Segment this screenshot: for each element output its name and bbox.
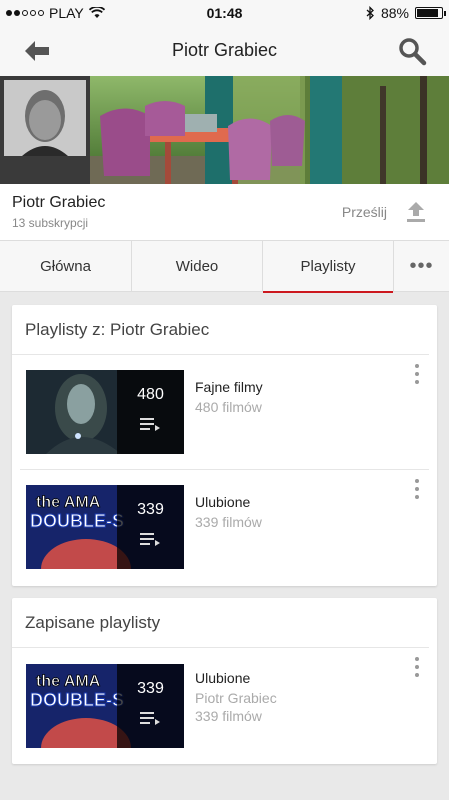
channel-name: Piotr Grabiec [12, 194, 106, 211]
section-title: Playlisty z: Piotr Grabiec [12, 305, 429, 355]
page-title: Piotr Grabiec [171, 40, 278, 60]
status-bar: PLAY 01:48 88% [0, 0, 449, 26]
more-options-icon[interactable] [413, 478, 421, 500]
channel-tabs: Główna Wideo Playlisty ••• [0, 240, 449, 293]
thumb-text-b: DOUBLE-S [30, 690, 124, 710]
video-count: 339 [137, 680, 164, 697]
playlist-video-count: 480 filmów [195, 399, 262, 415]
playlist-thumbnail[interactable]: 480 [26, 370, 184, 454]
playlist-video-count: 339 filmów [195, 514, 262, 530]
battery-icon [415, 7, 446, 19]
bluetooth-icon [366, 6, 374, 20]
battery-percent: 88% [380, 5, 409, 21]
tab-playlists[interactable]: Playlisty [262, 241, 393, 293]
playlist-item[interactable]: the AMA DOUBLE-S 339 Ulubione 339 filmów [20, 470, 429, 585]
playlist-thumbnail[interactable]: the AMA DOUBLE-S 339 [26, 485, 184, 569]
playlist-icon [140, 712, 160, 725]
video-count: 339 [137, 501, 164, 518]
video-count: 480 [137, 386, 164, 403]
upload-button-label[interactable]: Prześlij [342, 204, 387, 220]
playlist-video-count: 339 filmów [195, 708, 262, 724]
saved-playlists-card: Zapisane playlisty the AMA DOUBLE-S 339 … [12, 598, 437, 764]
channel-header: Piotr Grabiec 13 subskrypcji Prześlij [0, 184, 449, 240]
own-playlists-card: Playlisty z: Piotr Grabiec 480 Fajne fil… [12, 305, 437, 586]
thumb-text-a: the AMA [36, 494, 101, 511]
playlist-title: Fajne filmy [195, 379, 263, 395]
playlist-title: Ulubione [195, 670, 251, 686]
more-options-icon[interactable] [413, 363, 421, 385]
app-bar: Piotr Grabiec [0, 26, 449, 76]
more-tabs-icon[interactable]: ••• [393, 241, 449, 292]
search-icon[interactable] [397, 36, 427, 66]
playlist-icon [140, 418, 160, 431]
tab-home[interactable]: Główna [0, 241, 131, 292]
thumb-text-b: DOUBLE-S [30, 511, 124, 531]
playlist-item[interactable]: the AMA DOUBLE-S 339 Ulubione Piotr Grab… [20, 648, 429, 763]
upload-icon[interactable] [403, 199, 429, 225]
playlist-thumbnail[interactable]: the AMA DOUBLE-S 339 [26, 664, 184, 748]
playlist-icon [140, 533, 160, 546]
more-options-icon[interactable] [413, 656, 421, 678]
playlist-item[interactable]: 480 Fajne filmy 480 filmów [20, 355, 429, 470]
thumb-text-a: the AMA [36, 673, 101, 690]
playlist-author: Piotr Grabiec [195, 690, 277, 706]
channel-avatar [4, 80, 86, 156]
tab-videos[interactable]: Wideo [131, 241, 262, 292]
playlist-title: Ulubione [195, 494, 251, 510]
subscriber-count: 13 subskrypcji [12, 216, 89, 230]
section-title: Zapisane playlisty [12, 598, 429, 648]
channel-banner [0, 76, 449, 184]
